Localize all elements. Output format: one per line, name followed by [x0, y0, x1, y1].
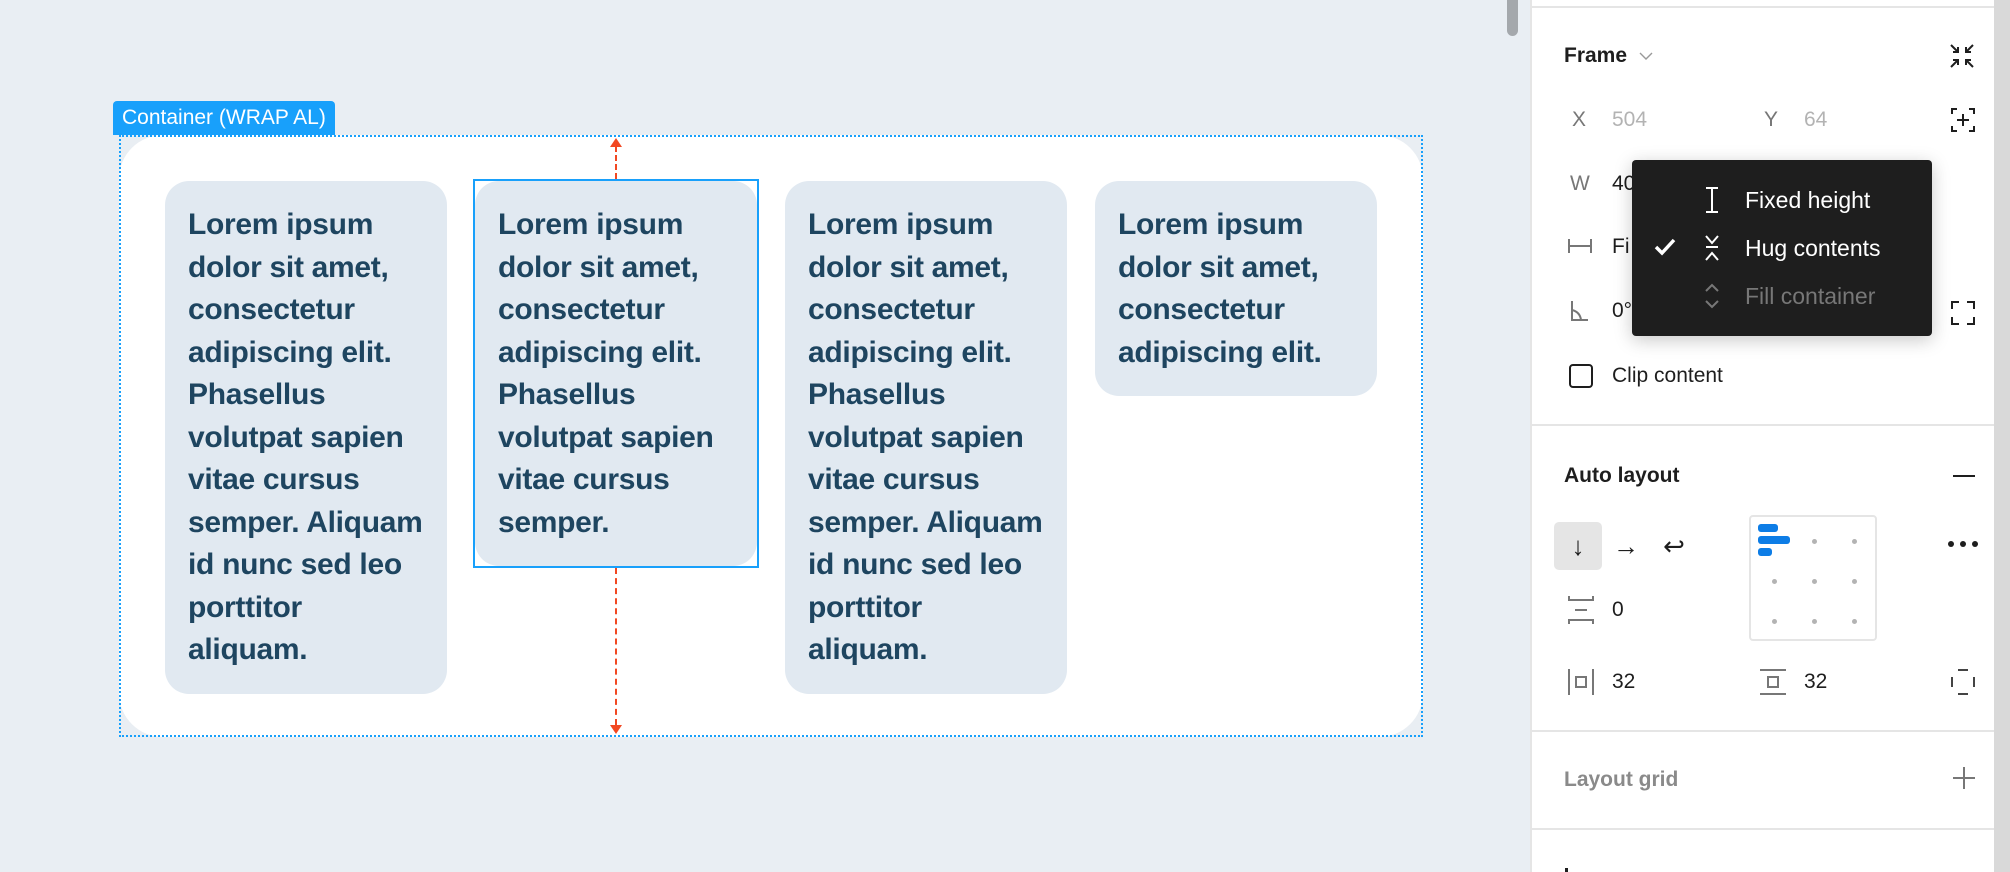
card-3[interactable]: Lorem ipsum dolor sit amet, consectetur … — [785, 181, 1067, 694]
y-label: Y — [1764, 108, 1779, 131]
divider — [1532, 828, 1996, 830]
horizontal-padding-input[interactable]: 32 — [1612, 670, 1635, 694]
corner-radius-icon — [1570, 300, 1590, 322]
direction-horizontal-button[interactable]: → — [1602, 522, 1650, 570]
next-section-title-partial — [1565, 868, 1568, 872]
independent-corners-icon[interactable] — [1950, 300, 1976, 326]
divider — [1532, 6, 1996, 8]
clip-content-label: Clip content — [1612, 364, 1723, 387]
menu-item-hug-contents[interactable]: Hug contents — [1632, 224, 1932, 272]
individual-padding-icon[interactable] — [1950, 668, 1976, 696]
hug-contents-icon — [1702, 234, 1722, 262]
constraints-icon[interactable] — [1949, 106, 1977, 134]
align-dot-middle-right[interactable] — [1852, 579, 1857, 584]
align-bar — [1758, 524, 1778, 532]
container-label[interactable]: Container (WRAP AL) — [113, 101, 335, 135]
fixed-height-icon — [1702, 186, 1722, 214]
align-dot-top-right[interactable] — [1852, 539, 1857, 544]
item-spacing-input[interactable]: 0 — [1612, 598, 1624, 622]
divider — [1532, 424, 1996, 426]
checkmark-icon — [1654, 236, 1676, 262]
w-label: W — [1570, 172, 1590, 195]
align-dot-bottom-right[interactable] — [1852, 619, 1857, 624]
menu-item-fill-container: Fill container — [1632, 272, 1932, 320]
padding-measure-bottom — [615, 568, 617, 725]
align-dot-bottom-center[interactable] — [1812, 619, 1817, 624]
more-options-icon[interactable] — [1946, 534, 1980, 554]
align-bar — [1758, 548, 1772, 556]
panel-scrollbar[interactable] — [1994, 0, 2010, 872]
padding-measure-top — [615, 146, 617, 179]
canvas-scrollbar[interactable] — [1507, 0, 1518, 36]
horizontal-padding-icon — [1568, 668, 1594, 696]
measure-arrow-up-icon — [610, 138, 622, 147]
properties-panel: Frame X 504 Y 64 W 40 Fi 0° Clip content… — [1530, 0, 1996, 872]
frame-section-title[interactable]: Frame — [1564, 44, 1627, 68]
vertical-padding-input[interactable]: 32 — [1804, 670, 1827, 694]
align-bar — [1758, 536, 1790, 544]
menu-item-fixed-height[interactable]: Fixed height — [1632, 176, 1932, 224]
measure-arrow-down-icon — [610, 725, 622, 734]
direction-vertical-button[interactable]: ↓ — [1554, 522, 1602, 570]
divider — [1532, 730, 1996, 732]
fill-container-icon — [1702, 282, 1722, 310]
x-input[interactable]: 504 — [1612, 108, 1647, 132]
card-text: Lorem ipsum dolor sit amet, consectetur … — [808, 208, 1043, 666]
card-2[interactable]: Lorem ipsum dolor sit amet, consectetur … — [475, 181, 757, 566]
alignment-grid[interactable] — [1749, 515, 1877, 641]
align-dot-middle-center[interactable] — [1812, 579, 1817, 584]
resize-to-fit-icon[interactable] — [1948, 42, 1976, 70]
width-mode-icon — [1568, 236, 1592, 256]
menu-item-label: Fixed height — [1745, 187, 1871, 213]
card-text: Lorem ipsum dolor sit amet, consectetur … — [498, 208, 714, 539]
direction-wrap-button[interactable]: ↩ — [1650, 522, 1698, 570]
add-layout-grid-icon[interactable] — [1952, 766, 1976, 790]
clip-content-checkbox[interactable] — [1569, 364, 1593, 388]
menu-item-label: Hug contents — [1745, 235, 1881, 261]
chevron-down-icon[interactable] — [1638, 46, 1654, 66]
remove-auto-layout-icon[interactable] — [1952, 464, 1976, 488]
card-4[interactable]: Lorem ipsum dolor sit amet, consectetur … — [1095, 181, 1377, 396]
menu-item-label: Fill container — [1745, 283, 1876, 309]
x-label: X — [1572, 108, 1587, 131]
width-mode-select[interactable]: Fi — [1612, 235, 1630, 259]
card-text: Lorem ipsum dolor sit amet, consectetur … — [1118, 208, 1322, 369]
design-canvas[interactable]: Container (WRAP AL) Lorem ipsum dolor si… — [0, 0, 1530, 872]
height-sizing-menu: Fixed height Hug contents Fill container — [1632, 160, 1932, 336]
align-dot-middle-left[interactable] — [1772, 579, 1777, 584]
vertical-padding-icon — [1760, 668, 1786, 696]
auto-layout-section-title: Auto layout — [1564, 464, 1680, 487]
card-text: Lorem ipsum dolor sit amet, consectetur … — [188, 208, 423, 666]
y-input[interactable]: 64 — [1804, 108, 1827, 132]
align-dot-top-center[interactable] — [1812, 539, 1817, 544]
item-spacing-icon — [1568, 596, 1594, 624]
align-dot-bottom-left[interactable] — [1772, 619, 1777, 624]
card-1[interactable]: Lorem ipsum dolor sit amet, consectetur … — [165, 181, 447, 694]
layout-grid-section-title: Layout grid — [1564, 768, 1679, 791]
corner-radius-input[interactable]: 0° — [1612, 299, 1632, 323]
